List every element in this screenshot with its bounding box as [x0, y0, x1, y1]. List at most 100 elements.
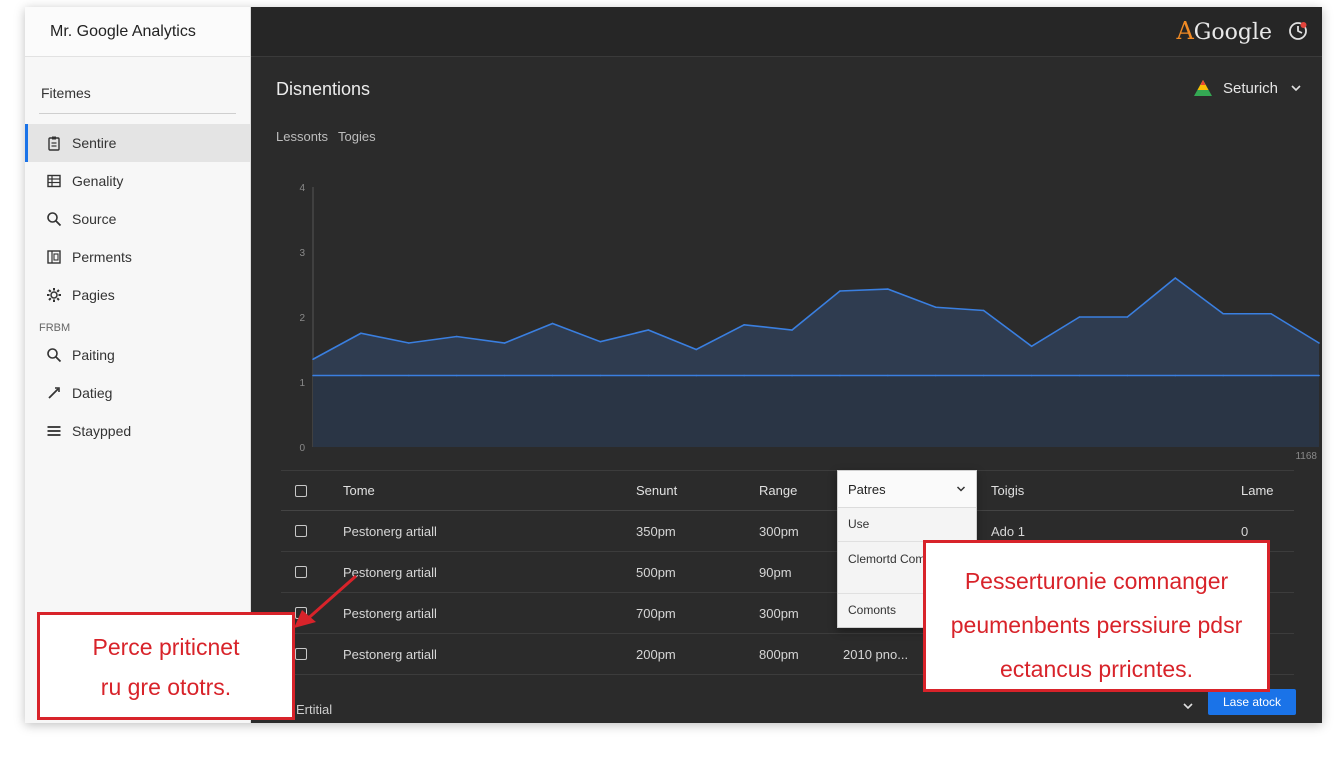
data-point — [1030, 345, 1033, 348]
sidebar-item-label: Stаypped — [72, 423, 132, 439]
columns-icon — [45, 248, 63, 266]
y-tick-label: 2 — [299, 313, 305, 324]
data-point — [599, 374, 602, 377]
table-icon — [45, 172, 63, 190]
data-point — [1222, 312, 1224, 315]
data-point — [312, 358, 314, 361]
sub-tabs: Lessonts Togies — [276, 129, 376, 144]
data-point — [1270, 374, 1272, 377]
data-point — [599, 340, 602, 343]
data-point — [1318, 342, 1320, 344]
data-point — [934, 306, 937, 309]
data-point — [647, 329, 650, 331]
data-point — [1078, 374, 1081, 377]
callout-right: Pesserturonie comnanger peumenbents pers… — [923, 540, 1270, 692]
data-point — [982, 309, 985, 312]
callout-line: ru gre ototrs. — [100, 674, 232, 700]
sidebar-item-label: Sentire — [72, 135, 117, 151]
data-point — [695, 348, 698, 351]
search-dropdown[interactable]: Seturich — [1193, 79, 1302, 97]
search-icon — [45, 346, 63, 364]
sidebar-item-datieg[interactable]: Datieg — [25, 374, 250, 412]
data-point — [695, 374, 698, 377]
data-point — [887, 288, 889, 290]
callout-left: Perce priticnet ru gre ototrs. — [37, 612, 295, 720]
data-point — [503, 342, 506, 344]
data-point — [791, 374, 793, 377]
sidebar-item-label: Source — [72, 211, 117, 227]
primary-action-button[interactable]: Lase atock — [1208, 689, 1296, 715]
callout-line: peumenbents perssiure pdsr — [950, 612, 1243, 638]
data-point — [1222, 374, 1224, 377]
data-point — [887, 374, 889, 377]
data-point — [647, 374, 650, 377]
data-point — [1126, 374, 1129, 377]
cell-senunt: 200pm — [636, 646, 676, 662]
sidebar-item-pagies[interactable]: Pagies — [25, 276, 250, 314]
header-range[interactable]: Range — [759, 483, 797, 498]
data-point — [360, 374, 362, 377]
header-tome[interactable]: Tome — [343, 483, 375, 498]
y-tick-label: 1 — [299, 378, 305, 389]
search-label: Seturich — [1222, 79, 1278, 97]
table-header-row: Tome Senunt Range Toigis Lame — [281, 470, 1294, 511]
dropdown-option[interactable]: Use — [838, 508, 976, 542]
dropdown-selected[interactable]: Patres — [838, 471, 976, 508]
data-point — [1174, 374, 1177, 377]
sidebar-item-paiting[interactable]: Paiting — [25, 336, 250, 374]
data-point — [743, 324, 745, 326]
analytics-triangle-icon — [1193, 80, 1212, 96]
cell-range: 300pm — [759, 523, 799, 539]
sidebar-item-source[interactable]: Source — [25, 200, 250, 238]
data-point — [551, 374, 554, 377]
data-point — [791, 329, 793, 331]
sidebar-item-label: Paiting — [72, 347, 115, 363]
sidebar-item-perments[interactable]: Perments — [25, 238, 250, 276]
sidebar-item-genality[interactable]: Genality — [25, 162, 250, 200]
tab-lessonts[interactable]: Lessonts — [276, 129, 328, 144]
data-point — [503, 374, 506, 377]
tab-togies[interactable]: Togies — [338, 129, 376, 144]
top-bar: AGoogle — [251, 7, 1322, 57]
header-senunt[interactable]: Senunt — [636, 483, 677, 498]
data-point — [360, 332, 362, 335]
app-title: Mr. Google Analytics — [25, 7, 250, 57]
select-all-checkbox[interactable] — [295, 484, 307, 497]
chevron-down-icon — [956, 486, 966, 492]
clipboard-icon — [45, 134, 63, 152]
page-title: Disnentions — [276, 79, 371, 99]
cell-range: 90pm — [759, 564, 792, 580]
sidebar-item-label: Perments — [72, 249, 132, 265]
data-point — [1030, 374, 1033, 377]
cell-name: Pestonerg artiall — [343, 646, 437, 662]
sidebar-item-label: Datieg — [72, 385, 113, 401]
y-tick-label: 3 — [299, 248, 305, 259]
header-lame[interactable]: Lame — [1241, 483, 1274, 498]
header-toigis[interactable]: Toigis — [991, 483, 1024, 498]
callout-line: ectancus prricntes. — [999, 656, 1194, 682]
cell-senunt: 500pm — [636, 564, 676, 580]
cell-range: 800pm — [759, 646, 799, 662]
cell-extra: 2010 pno... — [843, 646, 909, 662]
gear-icon — [45, 286, 63, 304]
row-checkbox[interactable] — [295, 648, 307, 660]
account-icon[interactable] — [1288, 21, 1308, 41]
sidebar-group-label: FRBM — [39, 322, 71, 334]
cell-senunt: 700pm — [636, 605, 676, 621]
y-tick-label: 0 — [299, 443, 305, 454]
cell-name: Pestonerg artiall — [343, 523, 437, 539]
callout-line: Pesserturonie comnanger — [964, 568, 1229, 594]
data-point — [839, 290, 841, 292]
chevron-down-icon[interactable] — [1182, 700, 1194, 712]
sidebar-item-stayped[interactable]: Stаypped — [25, 412, 250, 450]
chevron-down-icon — [1291, 85, 1301, 92]
search-icon — [45, 210, 63, 228]
pencil-icon — [45, 384, 63, 402]
data-point — [1174, 277, 1177, 279]
cell-senunt: 350pm — [636, 523, 676, 539]
row-checkbox[interactable] — [295, 525, 307, 537]
data-point — [408, 374, 410, 377]
data-point — [982, 374, 985, 377]
sidebar-item-sentire[interactable]: Sentire — [25, 124, 250, 162]
cell-toigis: Ado 1 — [991, 523, 1025, 539]
